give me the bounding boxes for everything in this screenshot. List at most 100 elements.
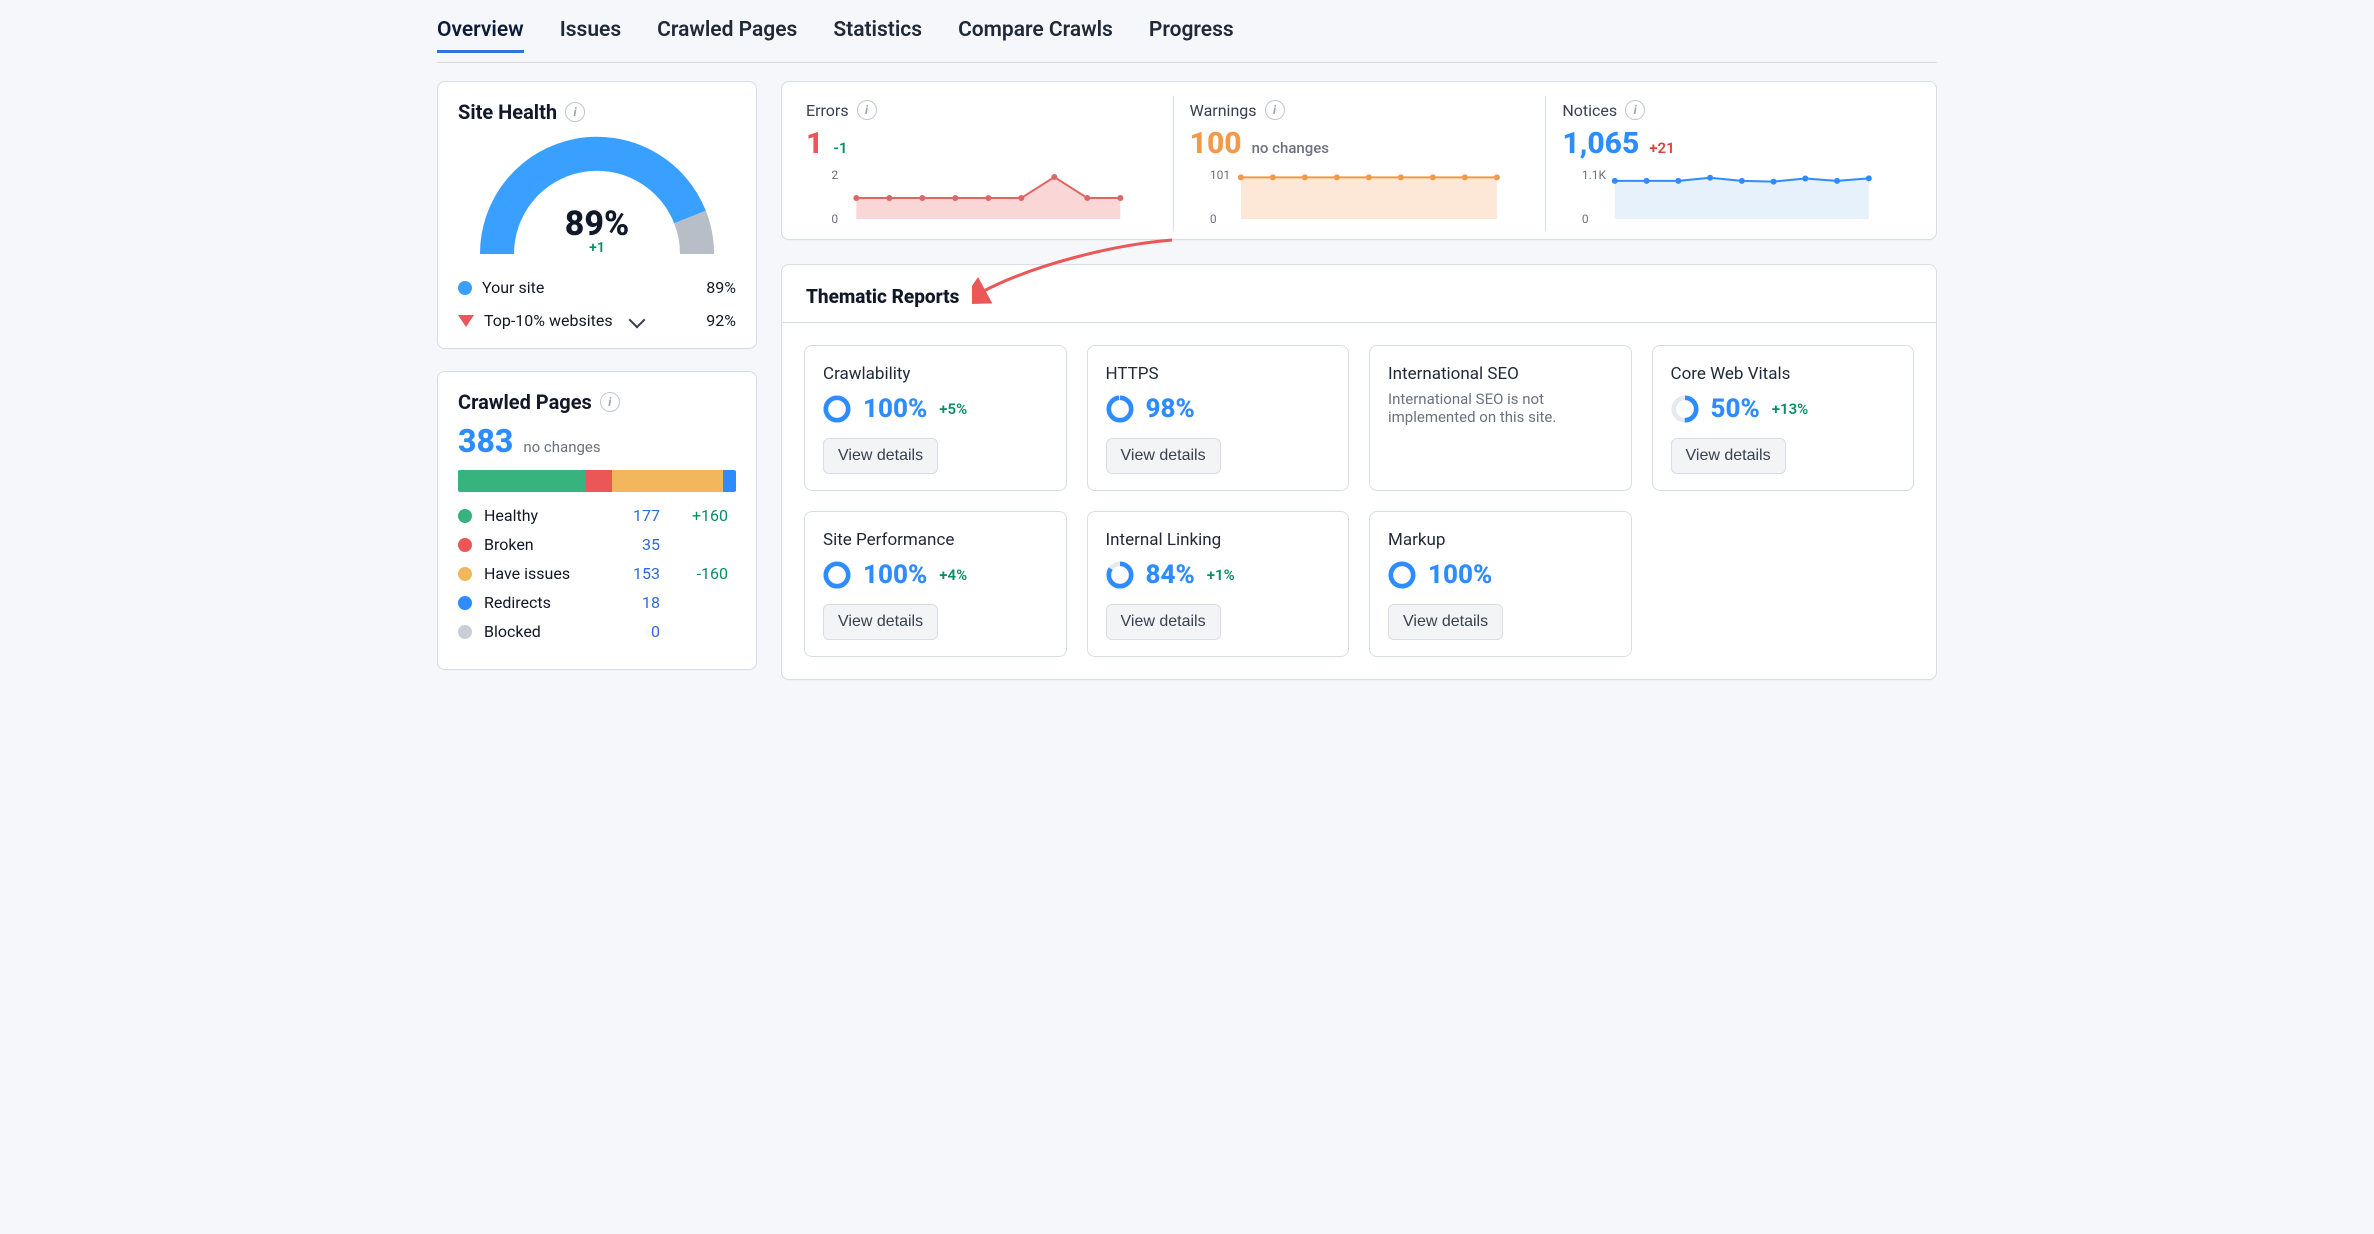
- legend-top10-value: 92%: [706, 311, 736, 330]
- site-health-title: Site Health: [458, 100, 557, 124]
- axis-tick: 2: [831, 168, 838, 182]
- tab-crawled-pages[interactable]: Crawled Pages: [657, 18, 797, 52]
- crawled-pages-card: Crawled Pages i 383 no changes Healthy17…: [437, 371, 757, 670]
- report-linking: Internal Linking84%+1%View details: [1087, 511, 1350, 657]
- legend-top10-row[interactable]: Top-10% websites 92%: [458, 311, 736, 330]
- legend-dot-icon: [458, 596, 472, 610]
- report-markup: Markup100%View details: [1369, 511, 1632, 657]
- errors-value: 1: [806, 126, 823, 161]
- legend-delta: -160: [672, 564, 728, 583]
- view-details-button[interactable]: View details: [823, 438, 938, 474]
- legend-value: 177: [616, 506, 660, 525]
- report-title: HTTPS: [1106, 364, 1331, 384]
- bar-segment-issues: [612, 470, 723, 492]
- legend-top10: Top-10% websites: [484, 311, 613, 330]
- triangle-down-icon: [458, 315, 474, 327]
- site-health-score: 89%: [565, 204, 629, 244]
- bar-segment-healthy: [458, 470, 586, 492]
- crawled-legend-broken[interactable]: Broken35: [458, 535, 736, 554]
- notices-delta: +21: [1649, 139, 1674, 157]
- donut-icon: [823, 561, 851, 589]
- donut-icon: [1106, 395, 1134, 423]
- issue-stats-card: Errors i 1 -1 2 0: [781, 81, 1937, 240]
- crawled-legend-healthy[interactable]: Healthy177+160: [458, 506, 736, 525]
- crawled-legend-issues[interactable]: Have issues153-160: [458, 564, 736, 583]
- report-title: Crawlability: [823, 364, 1048, 384]
- legend-label: Blocked: [484, 622, 604, 641]
- errors-delta: -1: [833, 139, 847, 157]
- warnings-label: Warnings: [1190, 101, 1257, 120]
- notices-label: Notices: [1562, 101, 1617, 120]
- crawled-pages-total: 383: [458, 422, 513, 460]
- tab-issues[interactable]: Issues: [560, 18, 621, 52]
- donut-icon: [1388, 561, 1416, 589]
- notices-sparkline: 1.1K 0: [1562, 167, 1902, 227]
- legend-your-site-value: 89%: [706, 278, 736, 297]
- legend-label: Redirects: [484, 593, 604, 612]
- axis-tick: 0: [1209, 212, 1216, 226]
- report-intl: International SEOInternational SEO is no…: [1369, 345, 1632, 491]
- donut-icon: [1106, 561, 1134, 589]
- info-icon[interactable]: i: [857, 100, 877, 120]
- errors-label: Errors: [806, 101, 849, 120]
- view-details-button[interactable]: View details: [1388, 604, 1503, 640]
- report-pct: 100%: [863, 560, 927, 590]
- report-delta: +1%: [1207, 566, 1235, 584]
- tab-progress[interactable]: Progress: [1149, 18, 1234, 52]
- axis-tick: 0: [1582, 212, 1589, 226]
- info-icon[interactable]: i: [1625, 100, 1645, 120]
- report-pct: 50%: [1711, 394, 1760, 424]
- legend-label: Broken: [484, 535, 604, 554]
- errors-stat[interactable]: Errors i 1 -1 2 0: [800, 96, 1173, 231]
- bar-segment-redirects: [723, 470, 736, 492]
- axis-tick: 0: [831, 212, 838, 226]
- legend-your-site: Your site: [482, 278, 544, 297]
- notices-stat[interactable]: Notices i 1,065 +21 1.1K 0: [1545, 96, 1918, 231]
- view-details-button[interactable]: View details: [1106, 604, 1221, 640]
- crawled-legend-redirects[interactable]: Redirects 18: [458, 593, 736, 612]
- site-health-gauge: 89% +1: [477, 134, 717, 264]
- axis-tick: 101: [1209, 168, 1229, 182]
- info-icon[interactable]: i: [600, 392, 620, 412]
- thematic-reports-grid: Crawlability100%+5%View detailsHTTPS98%V…: [782, 323, 1936, 679]
- warnings-delta: no changes: [1252, 139, 1329, 157]
- tab-compare-crawls[interactable]: Compare Crawls: [958, 18, 1113, 52]
- donut-icon: [823, 395, 851, 423]
- legend-label: Have issues: [484, 564, 604, 583]
- report-pct: 100%: [863, 394, 927, 424]
- thematic-reports-title: Thematic Reports: [782, 265, 1936, 323]
- report-title: Core Web Vitals: [1671, 364, 1896, 384]
- info-icon[interactable]: i: [565, 102, 585, 122]
- errors-sparkline: 2 0: [806, 167, 1157, 227]
- legend-dot-icon: [458, 538, 472, 552]
- main-tabs: Overview Issues Crawled Pages Statistics…: [437, 0, 1937, 63]
- view-details-button[interactable]: View details: [823, 604, 938, 640]
- view-details-button[interactable]: View details: [1671, 438, 1786, 474]
- legend-label: Healthy: [484, 506, 604, 525]
- warnings-value: 100: [1190, 126, 1242, 161]
- crawled-legend-blocked[interactable]: Blocked 0: [458, 622, 736, 641]
- donut-icon: [1671, 395, 1699, 423]
- notices-value: 1,065: [1562, 126, 1639, 161]
- bar-segment-broken: [586, 470, 611, 492]
- legend-dot-icon: [458, 281, 472, 295]
- thematic-reports-card: Thematic Reports Crawlability100%+5%View…: [781, 264, 1937, 680]
- axis-tick: 1.1K: [1582, 168, 1607, 182]
- legend-dot-icon: [458, 509, 472, 523]
- site-health-score-delta: +1: [477, 240, 717, 256]
- report-pct: 98%: [1146, 394, 1195, 424]
- info-icon[interactable]: i: [1265, 100, 1285, 120]
- report-crawlability: Crawlability100%+5%View details: [804, 345, 1067, 491]
- report-pct: 84%: [1146, 560, 1195, 590]
- view-details-button[interactable]: View details: [1106, 438, 1221, 474]
- crawled-pages-legend: Healthy177+160Broken35Have issues153-160…: [458, 506, 736, 641]
- tab-overview[interactable]: Overview: [437, 18, 524, 52]
- legend-dot-icon: [458, 567, 472, 581]
- report-https: HTTPS 98% View details: [1087, 345, 1350, 491]
- legend-value: 18: [616, 593, 660, 612]
- legend-value: 0: [616, 622, 660, 641]
- tab-statistics[interactable]: Statistics: [833, 18, 922, 52]
- warnings-stat[interactable]: Warnings i 100 no changes 101 0: [1173, 96, 1546, 231]
- report-delta: +4%: [939, 566, 967, 584]
- legend-dot-icon: [458, 625, 472, 639]
